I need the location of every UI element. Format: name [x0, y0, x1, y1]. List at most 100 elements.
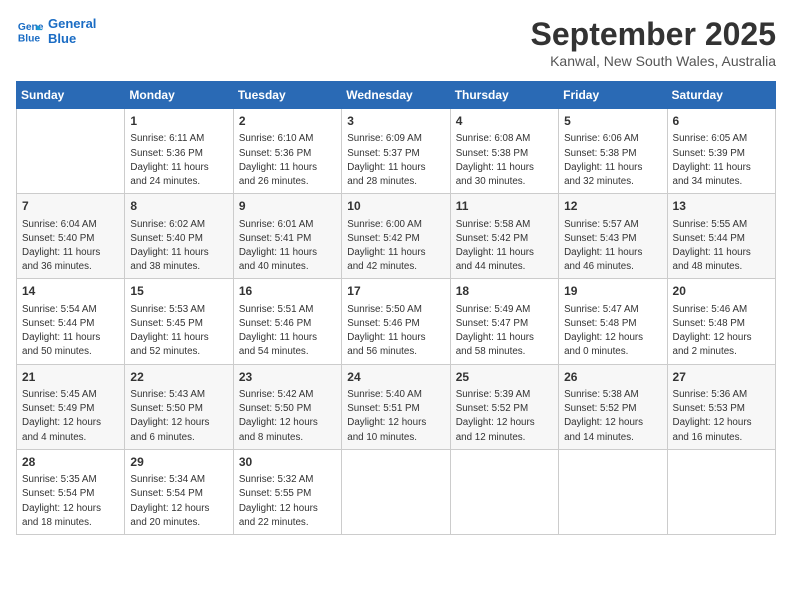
day-number: 8 [130, 198, 227, 215]
day-info-line: Sunrise: 5:54 AM [22, 303, 119, 317]
day-number: 15 [130, 283, 227, 300]
calendar-cell: 8Sunrise: 6:02 AMSunset: 5:40 PMDaylight… [125, 194, 233, 279]
month-title: September 2025 [531, 16, 776, 53]
day-info-line: Sunrise: 6:04 AM [22, 218, 119, 232]
day-info-line: Daylight: 11 hours [673, 161, 770, 175]
day-info-line: Sunset: 5:49 PM [22, 402, 119, 416]
day-info-line: Daylight: 11 hours [564, 246, 661, 260]
day-info-line: and 6 minutes. [130, 431, 227, 445]
day-number: 23 [239, 369, 336, 386]
day-number: 14 [22, 283, 119, 300]
day-info-line: and 16 minutes. [673, 431, 770, 445]
day-info-line: and 58 minutes. [456, 345, 553, 359]
day-info-line: Sunset: 5:52 PM [564, 402, 661, 416]
day-info-line: Sunset: 5:37 PM [347, 147, 444, 161]
day-info-line: Daylight: 11 hours [130, 161, 227, 175]
day-number: 24 [347, 369, 444, 386]
day-info-line: Daylight: 11 hours [456, 331, 553, 345]
day-info-line: Daylight: 11 hours [673, 246, 770, 260]
calendar-cell [559, 449, 667, 534]
calendar-cell: 25Sunrise: 5:39 AMSunset: 5:52 PMDayligh… [450, 364, 558, 449]
day-info-line: Sunrise: 6:11 AM [130, 132, 227, 146]
day-info-line: Sunrise: 5:46 AM [673, 303, 770, 317]
day-info-line: and 20 minutes. [130, 516, 227, 530]
day-info-line: Sunrise: 5:49 AM [456, 303, 553, 317]
day-info-line: Daylight: 12 hours [22, 502, 119, 516]
calendar-header-wednesday: Wednesday [342, 82, 450, 109]
calendar-cell: 10Sunrise: 6:00 AMSunset: 5:42 PMDayligh… [342, 194, 450, 279]
day-info-line: and 56 minutes. [347, 345, 444, 359]
calendar-cell: 22Sunrise: 5:43 AMSunset: 5:50 PMDayligh… [125, 364, 233, 449]
day-number: 26 [564, 369, 661, 386]
day-info-line: and 30 minutes. [456, 175, 553, 189]
calendar-cell: 5 Sunrise: 6:06 AMSunset: 5:38 PMDaylight… [559, 109, 667, 194]
day-number: 19 [564, 283, 661, 300]
day-number: 28 [22, 454, 119, 471]
logo-text: General Blue [48, 16, 96, 46]
day-info-line: Daylight: 12 hours [130, 416, 227, 430]
day-info-line: Daylight: 11 hours [564, 161, 661, 175]
calendar-cell: 4Sunrise: 6:08 AMSunset: 5:38 PMDaylight… [450, 109, 558, 194]
day-info-line: Sunrise: 6:02 AM [130, 218, 227, 232]
calendar-cell: 23Sunrise: 5:42 AMSunset: 5:50 PMDayligh… [233, 364, 341, 449]
day-info-line: and 12 minutes. [456, 431, 553, 445]
calendar-body: 1Sunrise: 6:11 AMSunset: 5:36 PMDaylight… [17, 109, 776, 535]
calendar-cell: 26Sunrise: 5:38 AMSunset: 5:52 PMDayligh… [559, 364, 667, 449]
day-info-line: Daylight: 11 hours [239, 246, 336, 260]
day-number: 27 [673, 369, 770, 386]
day-number: 5 [564, 113, 661, 130]
day-info-line: Sunset: 5:47 PM [456, 317, 553, 331]
day-info-line: Sunrise: 5:40 AM [347, 388, 444, 402]
day-info-line: Daylight: 11 hours [239, 161, 336, 175]
day-info-line: and 14 minutes. [564, 431, 661, 445]
day-number: 4 [456, 113, 553, 130]
header: General Blue General Blue September 2025… [16, 16, 776, 69]
day-info-line: Sunset: 5:52 PM [456, 402, 553, 416]
day-info-line: and 26 minutes. [239, 175, 336, 189]
day-info-line: Daylight: 12 hours [564, 331, 661, 345]
day-info-line: Daylight: 12 hours [239, 416, 336, 430]
day-info-line: Sunset: 5:40 PM [130, 232, 227, 246]
calendar-cell: 30Sunrise: 5:32 AMSunset: 5:55 PMDayligh… [233, 449, 341, 534]
day-info-line: and 50 minutes. [22, 345, 119, 359]
day-number: 13 [673, 198, 770, 215]
calendar-cell [667, 449, 775, 534]
day-info-line: Sunset: 5:55 PM [239, 487, 336, 501]
day-info-line: Sunrise: 5:58 AM [456, 218, 553, 232]
day-info-line: and 38 minutes. [130, 260, 227, 274]
day-info-line: Sunset: 5:38 PM [456, 147, 553, 161]
day-info-line: Sunrise: 5:32 AM [239, 473, 336, 487]
day-info-line: Sunrise: 6:06 AM [564, 132, 661, 146]
calendar-week-5: 28Sunrise: 5:35 AMSunset: 5:54 PMDayligh… [17, 449, 776, 534]
calendar-header-row: SundayMondayTuesdayWednesdayThursdayFrid… [17, 82, 776, 109]
day-info-line: and 28 minutes. [347, 175, 444, 189]
calendar-cell: 12Sunrise: 5:57 AMSunset: 5:43 PMDayligh… [559, 194, 667, 279]
calendar-cell [342, 449, 450, 534]
calendar-cell: 24Sunrise: 5:40 AMSunset: 5:51 PMDayligh… [342, 364, 450, 449]
calendar-cell: 1Sunrise: 6:11 AMSunset: 5:36 PMDaylight… [125, 109, 233, 194]
day-info-line: and 34 minutes. [673, 175, 770, 189]
day-info-line: Sunset: 5:44 PM [22, 317, 119, 331]
logo-icon: General Blue [16, 17, 44, 45]
calendar-cell [17, 109, 125, 194]
day-info-line: Sunrise: 5:35 AM [22, 473, 119, 487]
calendar-cell: 3Sunrise: 6:09 AMSunset: 5:37 PMDaylight… [342, 109, 450, 194]
day-info-line: Sunset: 5:48 PM [564, 317, 661, 331]
svg-text:General: General [18, 22, 44, 33]
day-number: 7 [22, 198, 119, 215]
day-info-line: and 46 minutes. [564, 260, 661, 274]
day-info-line: Sunset: 5:42 PM [456, 232, 553, 246]
day-number: 16 [239, 283, 336, 300]
day-info-line: Daylight: 11 hours [347, 246, 444, 260]
day-info-line: Daylight: 11 hours [456, 161, 553, 175]
day-info-line: Sunset: 5:38 PM [564, 147, 661, 161]
calendar-cell: 21Sunrise: 5:45 AMSunset: 5:49 PMDayligh… [17, 364, 125, 449]
day-info-line: Sunrise: 5:47 AM [564, 303, 661, 317]
calendar-week-1: 1Sunrise: 6:11 AMSunset: 5:36 PMDaylight… [17, 109, 776, 194]
day-info-line: Sunset: 5:50 PM [130, 402, 227, 416]
svg-text:Blue: Blue [18, 33, 41, 44]
day-info-line: Sunset: 5:36 PM [130, 147, 227, 161]
day-number: 3 [347, 113, 444, 130]
day-info-line: Sunrise: 6:01 AM [239, 218, 336, 232]
day-info-line: and 18 minutes. [22, 516, 119, 530]
